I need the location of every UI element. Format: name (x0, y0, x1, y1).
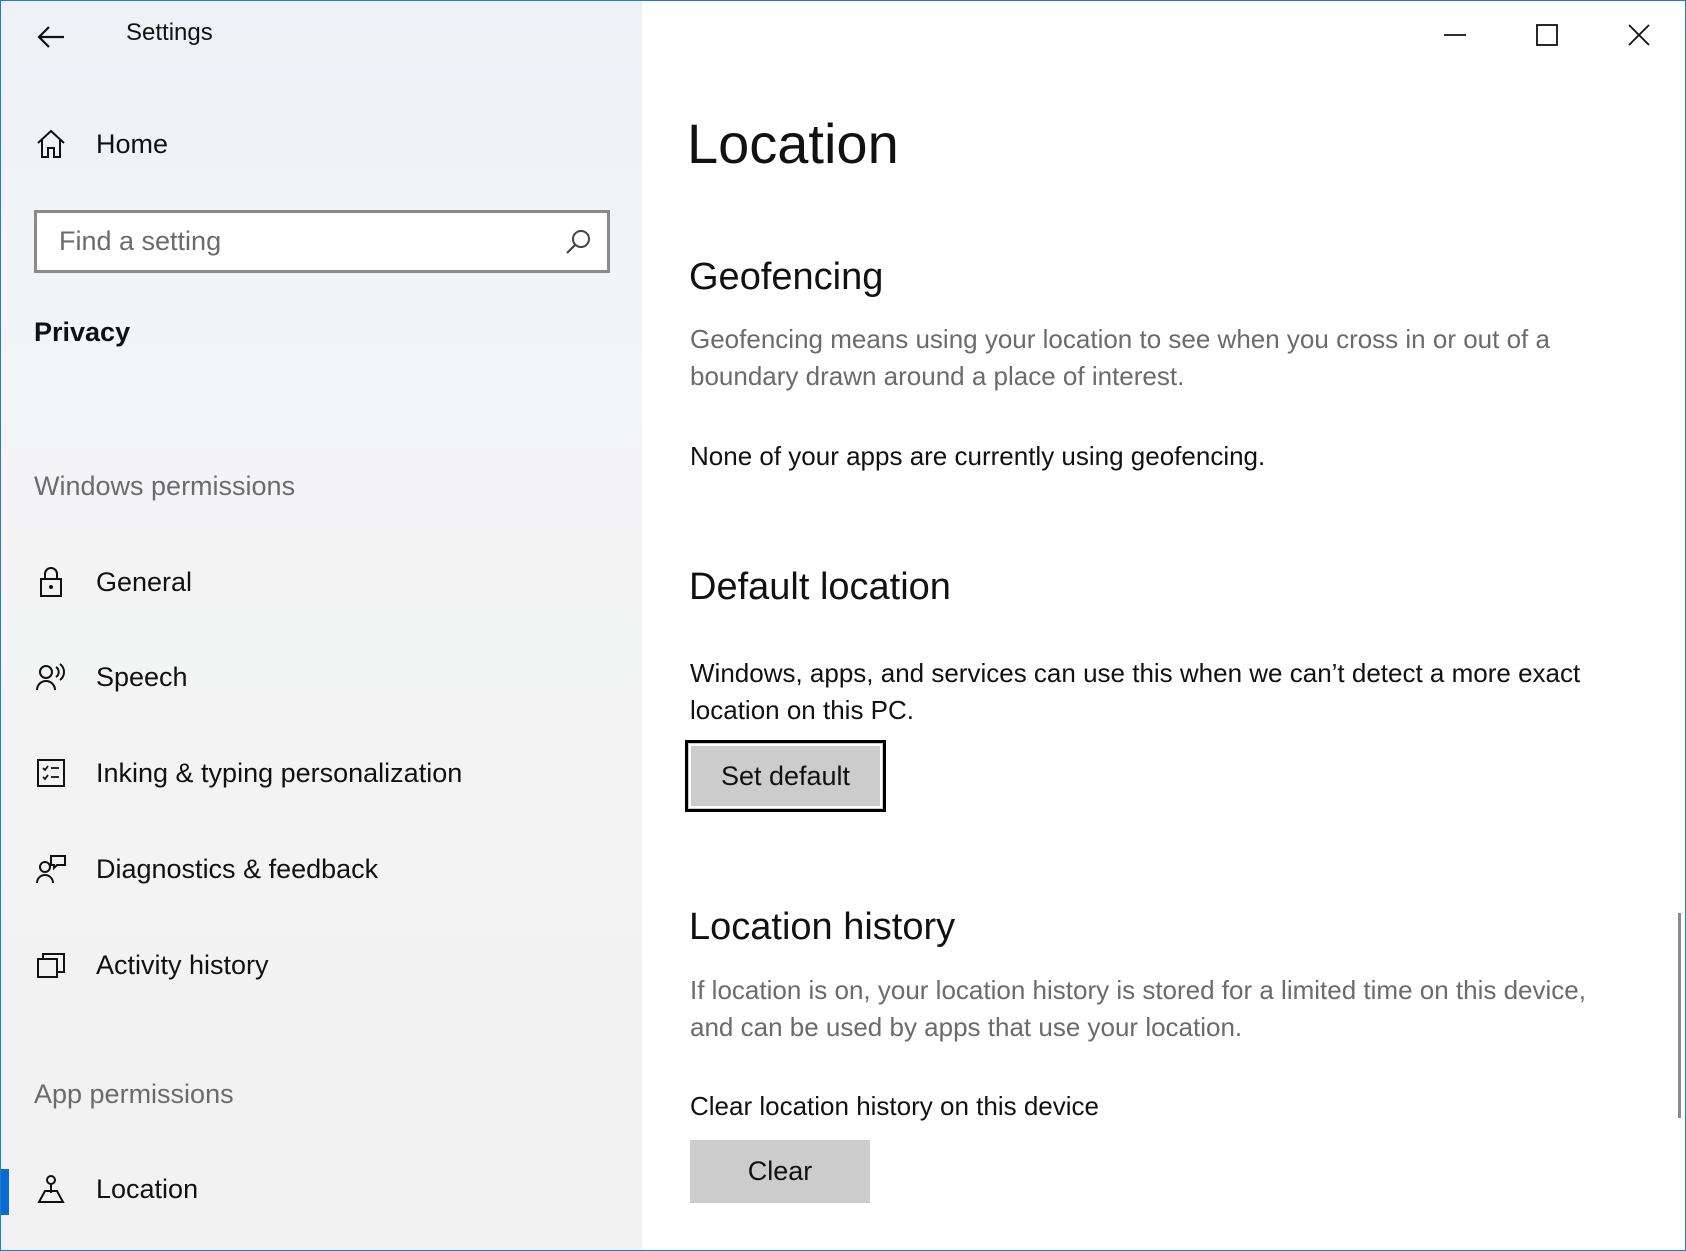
sidebar-item-label: Activity history (96, 949, 269, 980)
category-title: Privacy (34, 317, 131, 347)
sidebar-item-label: Diagnostics & feedback (96, 853, 379, 884)
feedback-icon (35, 853, 67, 885)
lock-icon (35, 566, 67, 598)
sidebar-item-label: Home (96, 128, 169, 159)
sidebar-item-general[interactable]: General (1, 550, 642, 614)
sidebar-item-label: General (96, 566, 193, 597)
inking-icon (35, 757, 67, 789)
main-content: Location Geofencing Geofencing means usi… (642, 1, 1685, 1250)
back-button[interactable] (29, 15, 73, 59)
speech-icon (35, 661, 67, 693)
scrollbar-thumb[interactable] (1678, 913, 1681, 1118)
windows-permissions-header: Windows permissions (34, 471, 296, 501)
clear-history-label: Clear location history on this device (690, 1091, 1099, 1121)
geofencing-description: Geofencing means using your location to … (690, 324, 1550, 391)
location-history-title: Location history (689, 906, 956, 948)
search-input[interactable] (37, 213, 607, 270)
sidebar: Settings Home Privacy Windows permission… (1, 1, 642, 1250)
geofencing-status: None of your apps are currently using ge… (690, 441, 1266, 471)
sidebar-item-label: Inking & typing personalization (96, 757, 463, 788)
geofencing-title: Geofencing (689, 256, 884, 298)
app-permissions-header: App permissions (34, 1079, 234, 1109)
search-box[interactable] (34, 210, 610, 273)
settings-window: Settings Home Privacy Windows permission… (0, 0, 1686, 1251)
app-title: Settings (126, 19, 213, 46)
search-icon[interactable] (563, 227, 593, 257)
clear-button[interactable]: Clear (690, 1140, 870, 1203)
set-default-button[interactable]: Set default (685, 740, 886, 812)
sidebar-item-diagnostics[interactable]: Diagnostics & feedback (1, 837, 642, 901)
back-arrow-icon (37, 26, 64, 48)
sidebar-item-label: Speech (96, 661, 188, 692)
sidebar-item-inking[interactable]: Inking & typing personalization (1, 741, 642, 805)
sidebar-item-location[interactable]: Location (1, 1157, 642, 1221)
sidebar-item-activity-history[interactable]: Activity history (1, 933, 642, 997)
default-location-title: Default location (689, 566, 951, 608)
activity-icon (35, 949, 67, 981)
selected-indicator (1, 1169, 9, 1215)
location-icon (35, 1173, 67, 1205)
sidebar-item-speech[interactable]: Speech (1, 645, 642, 709)
sidebar-item-label: Location (96, 1173, 199, 1204)
default-location-description: Windows, apps, and services can use this… (690, 658, 1581, 725)
sidebar-item-home[interactable]: Home (1, 112, 642, 176)
home-icon (35, 128, 67, 160)
page-title: Location (687, 112, 899, 175)
location-history-description: If location is on, your location history… (690, 975, 1586, 1042)
